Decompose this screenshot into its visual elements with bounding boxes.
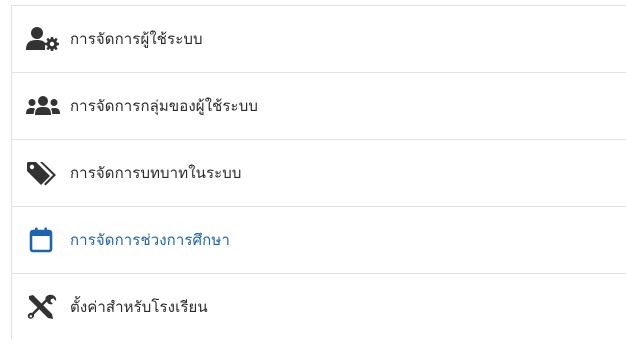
menu-item-label: การจัดการผู้ใช้ระบบ: [70, 30, 203, 48]
menu-item-label: การจัดการบทบาทในระบบ: [70, 164, 242, 182]
user-cog-icon: [26, 24, 70, 54]
menu-item-role-management[interactable]: การจัดการบทบาทในระบบ: [12, 140, 626, 207]
menu-item-user-groups[interactable]: การจัดการกลุ่มของผู้ใช้ระบบ: [12, 73, 626, 140]
users-icon: [26, 91, 70, 121]
menu-item-school-settings[interactable]: ตั้งค่าสำหรับโรงเรียน: [12, 274, 626, 340]
tools-icon: [26, 292, 70, 322]
menu-item-label: ตั้งค่าสำหรับโรงเรียน: [70, 298, 208, 316]
calendar-icon: [26, 225, 70, 255]
tags-icon: [26, 158, 70, 188]
settings-menu: การจัดการผู้ใช้ระบบ การจัดการกลุ่มของผู้…: [11, 5, 626, 339]
menu-item-label: การจัดการกลุ่มของผู้ใช้ระบบ: [70, 97, 258, 115]
menu-item-academic-period[interactable]: การจัดการช่วงการศึกษา: [12, 207, 626, 274]
menu-item-label: การจัดการช่วงการศึกษา: [70, 231, 230, 249]
menu-item-user-management[interactable]: การจัดการผู้ใช้ระบบ: [12, 6, 626, 73]
